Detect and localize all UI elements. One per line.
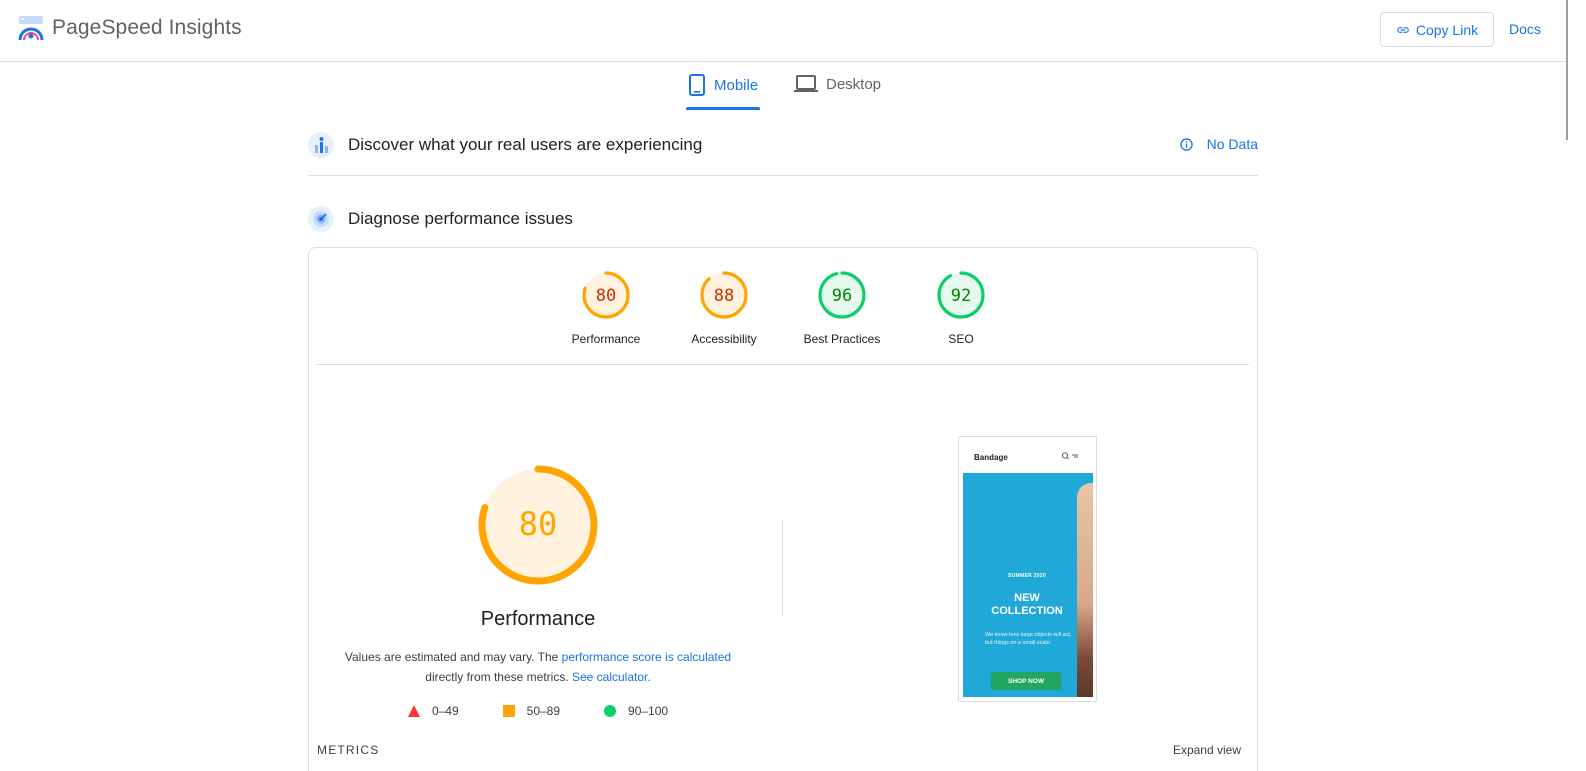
model-figure [1077, 483, 1093, 697]
desc-text-2: directly from these metrics. [425, 670, 572, 684]
desc-text-1: Values are estimated and may vary. The [344, 650, 562, 664]
gauge-best-practices[interactable]: 96 Best Practices [787, 270, 897, 346]
top-header: PageSpeed Insights Copy Link Docs [0, 0, 1566, 62]
pagespeed-logo-icon [18, 16, 44, 41]
gauge-label-performance: Performance [571, 332, 641, 346]
search-menu-icons [1061, 452, 1078, 460]
field-data-title: Discover what your real users are experi… [348, 135, 703, 154]
gauge-accessibility[interactable]: 88 Accessibility [669, 270, 779, 346]
report-card: 80 Performance 88 Accessibility 96 Best … [308, 247, 1258, 771]
section-divider [308, 175, 1258, 176]
hero-headline: NEW COLLECTION [963, 592, 1091, 618]
hero-shop-button: SHOP NOW [991, 672, 1061, 690]
gauge-label-seo: SEO [948, 332, 974, 346]
metrics-heading: METRICS [317, 743, 380, 757]
diagnose-gauge-icon [308, 206, 334, 232]
tab-desktop-label: Desktop [826, 75, 882, 93]
gauge-seo[interactable]: 92 SEO [906, 270, 1016, 346]
see-calculator-link[interactable]: See calculator. [572, 670, 651, 684]
gauge-performance[interactable]: 80 Performance [551, 270, 661, 346]
category-gauges: 80 Performance 88 Accessibility 96 Best … [309, 270, 1257, 350]
tab-mobile[interactable]: Mobile [688, 74, 758, 96]
laptop-icon [794, 75, 818, 92]
docs-link[interactable]: Docs [1509, 21, 1541, 37]
card-divider [317, 364, 1249, 365]
legend-average-range: 50–89 [526, 704, 561, 718]
scrollbar[interactable] [1566, 0, 1586, 771]
performance-description: Values are estimated and may vary. The p… [339, 647, 737, 687]
performance-heading: Performance [480, 608, 596, 630]
gauge-label-accessibility: Accessibility [691, 332, 757, 346]
legend-average: 50–89 [502, 704, 561, 718]
score-legend: 0–49 50–89 90–100 [309, 704, 767, 718]
score-ring-performance: 80 [582, 271, 630, 319]
score-value-best-practices: 96 [832, 286, 852, 306]
legend-pass-range: 90–100 [628, 704, 669, 718]
score-value-performance: 80 [596, 286, 616, 306]
score-ring-accessibility: 88 [700, 271, 748, 319]
square-icon [502, 705, 515, 717]
score-ring-best-practices: 96 [818, 271, 866, 319]
gauge-label-best-practices: Best Practices [803, 332, 881, 346]
app-logo[interactable]: PageSpeed Insights [18, 14, 242, 42]
hero-headline-1: NEW [1014, 592, 1040, 604]
scroll-thumb[interactable] [1566, 0, 1568, 140]
hero-season: SUMMER 2020 [1007, 573, 1047, 579]
circle-icon [604, 705, 617, 717]
screenshot-hero: SUMMER 2020 NEW COLLECTION We know how la… [963, 473, 1093, 697]
no-data-link[interactable]: No Data [1179, 136, 1258, 152]
no-data-label: No Data [1206, 136, 1258, 152]
hero-headline-2: COLLECTION [991, 605, 1063, 617]
score-value-accessibility: 88 [714, 286, 734, 306]
lab-data-section: Diagnose performance issues [308, 204, 1258, 234]
lab-data-title: Diagnose performance issues [348, 209, 573, 228]
tab-mobile-label: Mobile [714, 76, 759, 94]
score-calculated-link[interactable]: performance score is calculated [562, 650, 731, 664]
info-icon [1179, 137, 1193, 151]
performance-score-value: 80 [519, 505, 558, 543]
legend-fail-range: 0–49 [431, 704, 459, 718]
users-chart-icon [308, 132, 334, 158]
copy-link-label: Copy Link [1415, 21, 1479, 38]
hero-body: We know how large objects will act, but … [985, 632, 1072, 646]
field-data-section: Discover what your real users are experi… [308, 130, 1258, 160]
active-tab-indicator [686, 107, 760, 110]
legend-pass: 90–100 [604, 704, 668, 718]
page-screenshot[interactable]: Bandage SUMMER 2020 NEW COLLECTION We kno… [958, 436, 1097, 702]
phone-icon [689, 74, 705, 96]
score-value-seo: 92 [951, 286, 971, 306]
link-icon [1397, 26, 1409, 33]
expand-view-toggle[interactable]: Expand view [1173, 743, 1241, 757]
performance-score-gauge: 80 [478, 465, 598, 585]
triangle-icon [407, 705, 420, 717]
score-ring-seo: 92 [937, 271, 985, 319]
copy-link-button[interactable]: Copy Link [1380, 12, 1494, 47]
vertical-divider [782, 520, 783, 616]
legend-fail: 0–49 [407, 704, 459, 718]
device-tabs: Mobile Desktop [0, 62, 1566, 112]
app-title: PageSpeed Insights [52, 16, 242, 39]
screenshot-brand: Bandage [974, 453, 1008, 462]
tab-desktop[interactable]: Desktop [794, 74, 881, 94]
